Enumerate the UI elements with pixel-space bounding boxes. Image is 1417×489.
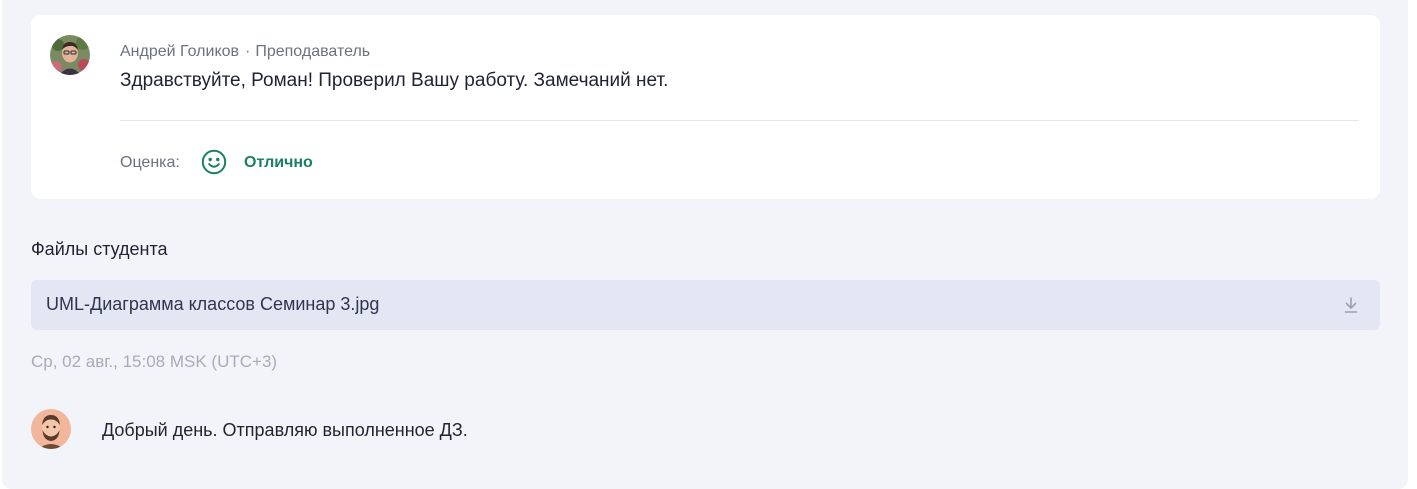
teacher-avatar[interactable]: [50, 35, 90, 75]
author-separator: ·: [245, 43, 251, 60]
homework-thread: Андрей Голиков · Преподаватель Здравствуйт…: [2, 0, 1408, 489]
grade-label: Оценка:: [120, 154, 180, 171]
download-icon[interactable]: [1341, 295, 1361, 315]
review-comment: Здравствуйте, Роман! Проверил Вашу работ…: [120, 70, 669, 91]
student-files-title: Файлы студента: [31, 239, 168, 259]
review-author-line: Андрей Голиков · Преподаватель: [120, 43, 370, 61]
student-message: Добрый день. Отправляю выполненное ДЗ.: [102, 420, 468, 440]
grade-value: Отлично: [244, 154, 313, 171]
teacher-review-card: Андрей Голиков · Преподаватель Здравствуйт…: [31, 15, 1380, 199]
student-avatar[interactable]: [31, 409, 71, 449]
smile-icon: [201, 149, 227, 175]
file-attachment[interactable]: UML-Диаграмма классов Семинар 3.jpg: [31, 280, 1380, 330]
author-name: Андрей Голиков: [120, 43, 240, 60]
message-timestamp: Ср, 02 авг., 15:08 MSK (UTC+3): [31, 352, 278, 371]
author-role: Преподаватель: [255, 43, 371, 60]
review-divider: [120, 120, 1359, 121]
file-name[interactable]: UML-Диаграмма классов Семинар 3.jpg: [46, 294, 379, 315]
